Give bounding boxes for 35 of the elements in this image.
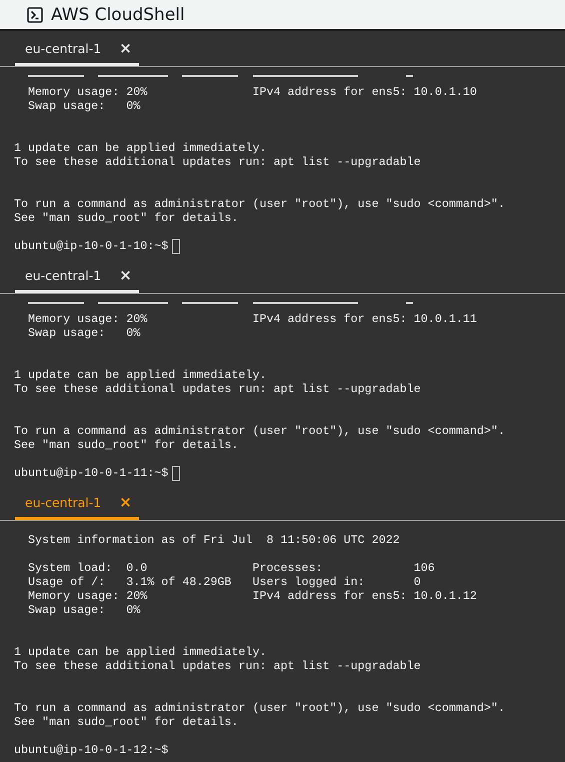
tab-label: eu-central-1 [25, 40, 102, 56]
terminal-line: To see these additional updates run: apt list --upgradable [14, 659, 421, 673]
tab-label: eu-central-1 [25, 494, 102, 510]
terminal-line: 1 update can be applied immediately. [14, 645, 266, 659]
terminal-line: To see these additional updates run: apt list --upgradable [14, 382, 421, 396]
terminal-tab[interactable]: eu-central-1 × [15, 487, 139, 520]
terminal-line: System load: 0.0 Processes: 106 [27, 561, 435, 575]
terminal-line: Memory usage: 20% IPv4 address for ens5: 10.0.1.11 [27, 312, 477, 326]
terminal-tab[interactable]: eu-central-1 × [15, 33, 139, 66]
terminal-line: See "man sudo_root" for details. [14, 438, 238, 452]
terminal-tab[interactable]: eu-central-1 × [15, 260, 139, 293]
close-icon[interactable]: × [119, 493, 132, 511]
terminal-line: See "man sudo_root" for details. [14, 211, 238, 225]
terminal-line: ubuntu@ip-10-0-1-11:~$ [14, 466, 168, 480]
tab-label: eu-central-1 [25, 268, 102, 282]
terminal-line: To see these additional updates run: apt list --upgradable [14, 155, 421, 169]
terminal-icon [27, 6, 43, 22]
terminal-line: 1 update can be applied immediately. [14, 368, 266, 382]
terminal-line: Memory usage: 20% IPv4 address for ens5: 10.0.1.12 [27, 589, 477, 603]
terminal-line: System information as of Fri Jul 8 11:50:06 UTC 2022 [27, 533, 400, 547]
terminal-line: Swap usage: 0% [27, 603, 140, 617]
terminal-line: 1 update can be applied immediately. [14, 141, 266, 155]
terminal-line: ubuntu@ip-10-0-1-10:~$ [14, 239, 168, 253]
terminal-line: Usage of /: 3.1% of 48.29GB Users logged in: 0 [27, 575, 421, 589]
terminal-line: To run a command as administrator (user "root"), use "sudo <command>". [14, 701, 505, 715]
terminal-line: To run a command as administrator (user "root"), use "sudo <command>". [14, 197, 505, 211]
terminal-line: ubuntu@ip-10-0-1-12:~$ [14, 743, 168, 757]
terminal-line: Memory usage: 20% IPv4 address for ens5: 10.0.1.10 [27, 85, 477, 99]
terminal-line: Swap usage: 0% [27, 99, 140, 113]
close-icon[interactable]: × [119, 39, 132, 57]
app-title: AWS CloudShell [51, 4, 185, 24]
terminal-line: To run a command as administrator (user "root"), use "sudo <command>". [14, 424, 505, 438]
terminal-line: Swap usage: 0% [27, 326, 140, 340]
close-icon[interactable]: × [119, 266, 132, 284]
terminal-line: See "man sudo_root" for details. [14, 715, 238, 729]
